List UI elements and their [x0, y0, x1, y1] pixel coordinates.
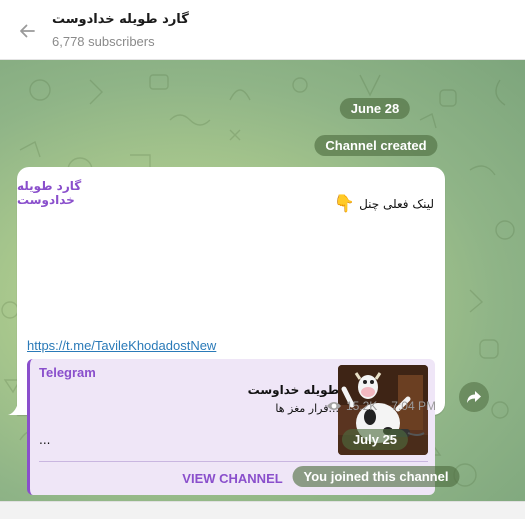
service-message-joined: You joined this channel — [292, 466, 460, 487]
bubble-tail — [8, 403, 18, 415]
pointing-down-icon: 👇 — [333, 194, 356, 214]
date-separator: June 28 — [339, 98, 411, 119]
arrow-left-icon — [20, 24, 35, 38]
share-button[interactable] — [459, 382, 489, 412]
bottom-bar — [0, 501, 525, 519]
subscriber-count: 6,778 subscribers — [52, 34, 155, 49]
view-count: 15.2K — [345, 399, 378, 413]
channel-title[interactable]: گارد طویله خدادوست — [52, 12, 189, 27]
channel-post: گارد طویله خدادوست لینک فعلی چنل 👇 https… — [8, 167, 445, 495]
post-text: لینک فعلی چنل 👇 — [334, 194, 434, 214]
post-time: 7:04 PM — [391, 399, 436, 413]
preview-site-name: Telegram — [39, 365, 96, 380]
preview-title: طویله خداوست — [247, 383, 339, 397]
post-text-body: لینک فعلی چنل — [359, 197, 434, 211]
post-sender[interactable]: گارد طویله خدادوست — [17, 179, 135, 207]
service-message-created: Channel created — [314, 135, 438, 156]
share-arrow-icon — [467, 391, 481, 403]
post-meta: 15.2K 7:04 PM — [326, 399, 436, 413]
chat-header: گارد طویله خدادوست 6,778 subscribers — [0, 0, 525, 60]
preview-divider — [39, 461, 428, 462]
chat-area: June 28 Channel created گارد طویله خدادو… — [0, 60, 525, 501]
back-button[interactable] — [12, 16, 42, 46]
channel-link[interactable]: https://t.me/TavileKhodadostNew — [27, 338, 216, 353]
preview-ellipsis: ... — [39, 433, 51, 447]
date-separator: July 25 — [341, 429, 409, 450]
eye-icon — [326, 402, 341, 410]
